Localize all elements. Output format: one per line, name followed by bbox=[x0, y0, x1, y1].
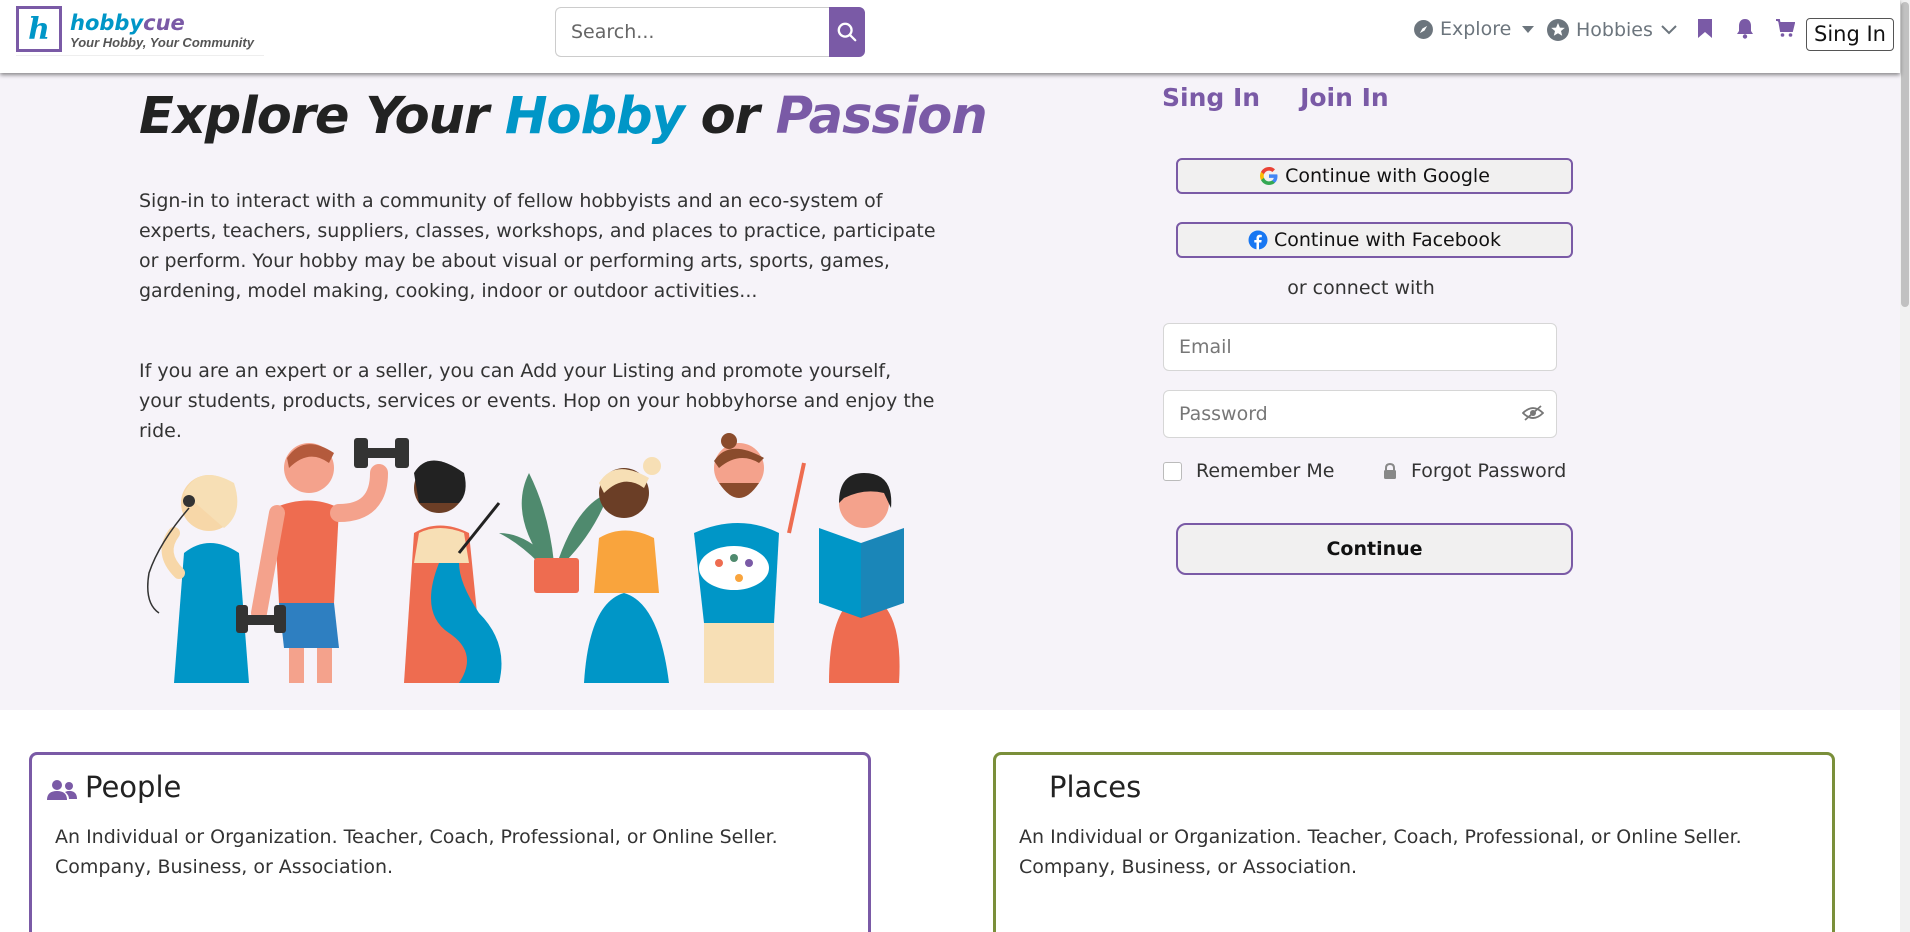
hero-title-part: Explore Your bbox=[139, 87, 505, 146]
hero-section: Explore Your Hobby or Passion Sign-in to… bbox=[0, 73, 1900, 710]
hero-title-passion: Passion bbox=[775, 87, 988, 146]
scrollbar-thumb[interactable] bbox=[1901, 2, 1909, 307]
knitter-figure bbox=[404, 460, 502, 683]
cart-button[interactable] bbox=[1775, 18, 1795, 38]
facebook-label: Continue with Facebook bbox=[1273, 229, 1502, 251]
star-circle-icon bbox=[1547, 19, 1569, 41]
email-field[interactable] bbox=[1163, 323, 1557, 371]
auth-tabs: Sing In Join In bbox=[1162, 83, 1389, 112]
reader-figure bbox=[819, 473, 904, 683]
logo-text: hobbycue Your Hobby, Your Community bbox=[70, 6, 254, 55]
lock-icon bbox=[1384, 462, 1396, 479]
painter-figure bbox=[694, 433, 806, 683]
caret-down-icon bbox=[1522, 26, 1535, 33]
bell-icon bbox=[1737, 19, 1753, 39]
singer-figure bbox=[147, 475, 249, 683]
logo-mark: h bbox=[16, 6, 62, 52]
people-card-text: An Individual or Organization. Teacher, … bbox=[55, 826, 778, 878]
or-connect-text: or connect with bbox=[1287, 277, 1435, 299]
logo-tagline: Your Hobby, Your Community bbox=[70, 35, 254, 50]
bookmark-button[interactable] bbox=[1697, 18, 1713, 39]
remember-me[interactable]: Remember Me bbox=[1163, 460, 1334, 482]
people-icon bbox=[47, 780, 77, 800]
top-navbar: h hobbycue Your Hobby, Your Community Ex… bbox=[0, 0, 1900, 73]
hobbies-label: Hobbies bbox=[1576, 19, 1653, 41]
forgot-password-link[interactable]: Forgot Password bbox=[1383, 460, 1566, 482]
chevron-down-icon bbox=[1661, 25, 1677, 35]
page-scrollbar[interactable] bbox=[1900, 0, 1910, 932]
explore-label: Explore bbox=[1440, 18, 1512, 40]
compass-icon bbox=[1414, 19, 1433, 39]
forgot-password-label: Forgot Password bbox=[1411, 460, 1567, 482]
places-card-title: Places bbox=[1049, 770, 1142, 804]
search-icon bbox=[837, 22, 857, 42]
tab-signin[interactable]: Sing In bbox=[1162, 83, 1260, 112]
people-card-title: People bbox=[85, 770, 182, 804]
logo-name-hobby: hobby bbox=[70, 11, 144, 35]
hobbyists-illustration bbox=[147, 433, 904, 683]
places-card-text: An Individual or Organization. Teacher, … bbox=[1019, 826, 1742, 878]
logo-name: hobbycue bbox=[70, 11, 254, 35]
search-button[interactable] bbox=[829, 7, 865, 57]
logo-name-cue: cue bbox=[143, 11, 185, 35]
hero-title-hobby: Hobby bbox=[504, 87, 685, 146]
places-card[interactable]: Places An Individual or Organization. Te… bbox=[993, 752, 1835, 932]
eye-slash-icon[interactable] bbox=[1522, 404, 1544, 422]
google-icon bbox=[1260, 167, 1278, 185]
search-bar bbox=[555, 7, 865, 57]
hobbies-menu[interactable]: Hobbies bbox=[1546, 18, 1677, 42]
hero-title: Explore Your Hobby or Passion bbox=[139, 87, 988, 146]
gardener-figure bbox=[499, 457, 669, 683]
notifications-button[interactable] bbox=[1736, 18, 1754, 39]
facebook-icon bbox=[1248, 230, 1268, 250]
remember-me-checkbox[interactable] bbox=[1163, 461, 1182, 481]
password-field[interactable] bbox=[1163, 390, 1557, 438]
tab-join[interactable]: Join In bbox=[1300, 83, 1389, 112]
cart-icon bbox=[1776, 19, 1795, 37]
weightlifter-figure bbox=[236, 438, 409, 683]
google-label: Continue with Google bbox=[1285, 165, 1490, 187]
continue-with-facebook-button[interactable]: Continue with Facebook bbox=[1176, 222, 1573, 258]
hero-title-part: or bbox=[683, 87, 776, 146]
explore-menu[interactable]: Explore bbox=[1413, 18, 1535, 40]
hobbycue-logo[interactable]: h hobbycue Your Hobby, Your Community bbox=[16, 6, 264, 56]
continue-with-google-button[interactable]: Continue with Google bbox=[1176, 158, 1573, 194]
search-input[interactable] bbox=[555, 7, 829, 57]
continue-button[interactable]: Continue bbox=[1176, 523, 1573, 575]
people-card[interactable]: People An Individual or Organization. Te… bbox=[29, 752, 871, 932]
hero-description: Sign-in to interact with a community of … bbox=[139, 190, 936, 302]
remember-me-label: Remember Me bbox=[1196, 460, 1335, 482]
header-signin-button[interactable]: Sing In bbox=[1806, 18, 1894, 51]
bookmark-icon bbox=[1698, 19, 1712, 38]
